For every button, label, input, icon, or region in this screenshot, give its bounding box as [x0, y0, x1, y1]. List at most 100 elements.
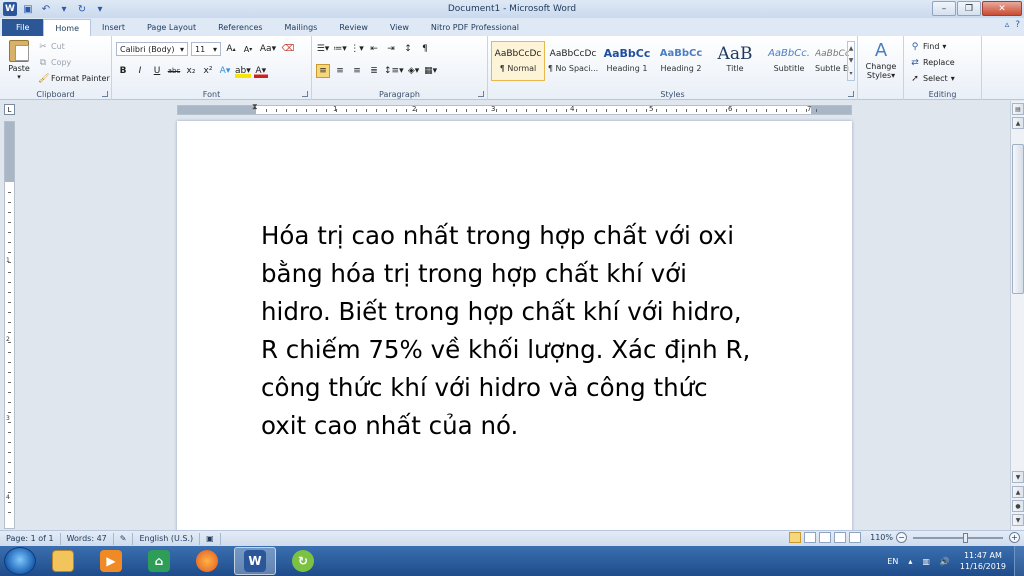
previous-page-icon[interactable]: ▲ [1012, 486, 1024, 498]
tab-insert[interactable]: Insert [91, 19, 136, 36]
style-subtle-emphasis[interactable]: AaBbCcDc Subtle Em... [814, 41, 850, 81]
save-icon[interactable]: ▣ [21, 2, 35, 16]
draft-view-icon[interactable] [849, 532, 862, 543]
more-styles-icon[interactable]: ▾ [849, 70, 852, 77]
highlight-icon[interactable]: ab▾ [235, 64, 251, 78]
ruler-toggle-icon[interactable]: ▤ [1012, 103, 1024, 115]
web-layout-icon[interactable] [819, 532, 832, 543]
indent-marker-icon[interactable]: ⧗ [252, 102, 258, 112]
start-button[interactable] [4, 547, 36, 575]
style-heading-2[interactable]: AaBbCc Heading 2 [654, 41, 708, 81]
document-page[interactable]: Hóa trị cao nhất trong hợp chất với oxi … [177, 121, 852, 530]
close-button[interactable]: ✕ [982, 1, 1022, 16]
change-case-button[interactable]: Aa ▾ [258, 42, 278, 56]
numbering-icon[interactable]: ≔▾ [333, 42, 347, 56]
vertical-scrollbar[interactable]: ▤ ▲ ▼ ▲ ● ▼ [1010, 101, 1024, 530]
borders-icon[interactable]: ▦▾ [424, 64, 438, 78]
scroll-up-arrow-icon[interactable]: ▲ [1012, 117, 1024, 129]
macro-record-icon[interactable]: ▣ [200, 532, 221, 545]
restore-button[interactable]: ❐ [957, 1, 981, 16]
tab-home[interactable]: Home [43, 19, 92, 36]
font-color-icon[interactable]: A▾ [253, 64, 268, 78]
print-layout-icon[interactable] [789, 532, 802, 543]
zoom-slider-thumb[interactable] [963, 532, 968, 543]
style-normal[interactable]: AaBbCcDc ¶ Normal [491, 41, 545, 81]
font-size-combo[interactable]: 11 ▾ [191, 42, 221, 56]
tray-expand-icon[interactable]: ▴ [908, 557, 912, 566]
styles-launcher-icon[interactable] [848, 91, 854, 97]
minimize-ribbon-icon[interactable]: ▵ [1005, 20, 1010, 30]
scroll-thumb[interactable] [1012, 144, 1024, 294]
decrease-indent-icon[interactable]: ⇤ [367, 42, 381, 56]
customize-qat-icon[interactable]: ▾ [93, 2, 107, 16]
taskbar-media-player[interactable]: ▶ [90, 547, 132, 575]
taskbar-word[interactable]: W [234, 547, 276, 575]
bold-button[interactable]: B [116, 64, 130, 78]
scroll-down-icon[interactable]: ▼ [849, 57, 854, 64]
increase-indent-icon[interactable]: ⇥ [384, 42, 398, 56]
font-launcher-icon[interactable] [302, 91, 308, 97]
clock[interactable]: 11:47 AM 11/16/2019 [960, 550, 1006, 572]
input-language[interactable]: EN [887, 557, 898, 566]
outline-view-icon[interactable] [834, 532, 847, 543]
full-screen-reading-icon[interactable] [804, 532, 817, 543]
find-button[interactable]: ⚲ Find ▾ [910, 40, 955, 53]
minimize-button[interactable]: – [932, 1, 956, 16]
language-indicator[interactable]: English (U.S.) [133, 532, 201, 545]
show-hide-button[interactable]: ¶ [418, 42, 432, 56]
font-name-combo[interactable]: Calibri (Body) ▾ [116, 42, 188, 56]
multilevel-list-icon[interactable]: ⋮▾ [350, 42, 364, 56]
horizontal-ruler[interactable]: ⧗ 1234567 [177, 102, 852, 115]
paste-dropdown-icon[interactable]: ▾ [6, 73, 32, 81]
taskbar-explorer[interactable] [42, 547, 84, 575]
help-icon[interactable]: ? [1015, 20, 1020, 30]
replace-button[interactable]: ⇄ Replace [910, 56, 955, 69]
page-count[interactable]: Page: 1 of 1 [0, 532, 61, 545]
redo-icon[interactable]: ↻ [75, 2, 89, 16]
tab-review[interactable]: Review [328, 19, 379, 36]
clipboard-launcher-icon[interactable] [102, 91, 108, 97]
next-page-icon[interactable]: ▼ [1012, 514, 1024, 526]
scroll-up-icon[interactable]: ▲ [849, 45, 854, 52]
tab-page-layout[interactable]: Page Layout [136, 19, 207, 36]
tab-references[interactable]: References [207, 19, 273, 36]
copy-button[interactable]: ⧉ Copy [38, 56, 110, 69]
taskbar-app-green[interactable]: ⌂ [138, 547, 180, 575]
clear-formatting-icon[interactable]: ⌫ [281, 42, 295, 56]
zoom-in-icon[interactable]: + [1009, 532, 1020, 543]
volume-icon[interactable]: 🔊 [940, 557, 950, 566]
word-logo-icon[interactable]: W [3, 2, 17, 16]
align-left-icon[interactable]: ≡ [316, 64, 330, 78]
subscript-button[interactable]: x₂ [184, 64, 198, 78]
zoom-slider[interactable] [913, 532, 1003, 543]
format-painter-button[interactable]: 🖌 Format Painter [38, 72, 110, 85]
taskbar-firefox[interactable] [186, 547, 228, 575]
style-title[interactable]: AaB Title [708, 41, 762, 81]
text-effects-icon[interactable]: A▾ [218, 64, 232, 78]
style-no-spacing[interactable]: AaBbCcDc ¶ No Spaci... [546, 41, 600, 81]
undo-icon[interactable]: ↶ [39, 2, 53, 16]
network-icon[interactable]: ▥ [922, 557, 930, 566]
zoom-level[interactable]: 110% [870, 533, 893, 542]
superscript-button[interactable]: x² [201, 64, 215, 78]
shrink-font-icon[interactable]: A ▾ [241, 42, 255, 56]
tab-selector-icon[interactable]: L [4, 104, 15, 115]
zoom-out-icon[interactable]: − [896, 532, 907, 543]
scroll-down-arrow-icon[interactable]: ▼ [1012, 471, 1024, 483]
align-center-icon[interactable]: ≡ [333, 64, 347, 78]
taskbar-app-lime[interactable]: ↻ [282, 547, 324, 575]
shading-icon[interactable]: ◈▾ [407, 64, 421, 78]
paste-button[interactable]: Paste ▾ [6, 40, 32, 81]
italic-button[interactable]: I [133, 64, 147, 78]
select-button[interactable]: ➚ Select ▾ [910, 72, 954, 85]
cut-button[interactable]: ✂ Cut [38, 40, 110, 53]
proofing-icon[interactable]: ✎ [114, 532, 134, 545]
align-right-icon[interactable]: ≡ [350, 64, 364, 78]
vertical-ruler[interactable]: 1 2 3 4 [4, 121, 15, 529]
tab-file[interactable]: File [2, 19, 44, 36]
bullets-icon[interactable]: ☰▾ [316, 42, 330, 56]
sort-icon[interactable]: ↕ [401, 42, 415, 56]
tab-nitro-pdf[interactable]: Nitro PDF Professional [420, 19, 530, 36]
show-desktop-button[interactable] [1014, 546, 1024, 576]
styles-gallery-scroll[interactable]: ▲ ▼ ▾ [847, 41, 855, 81]
